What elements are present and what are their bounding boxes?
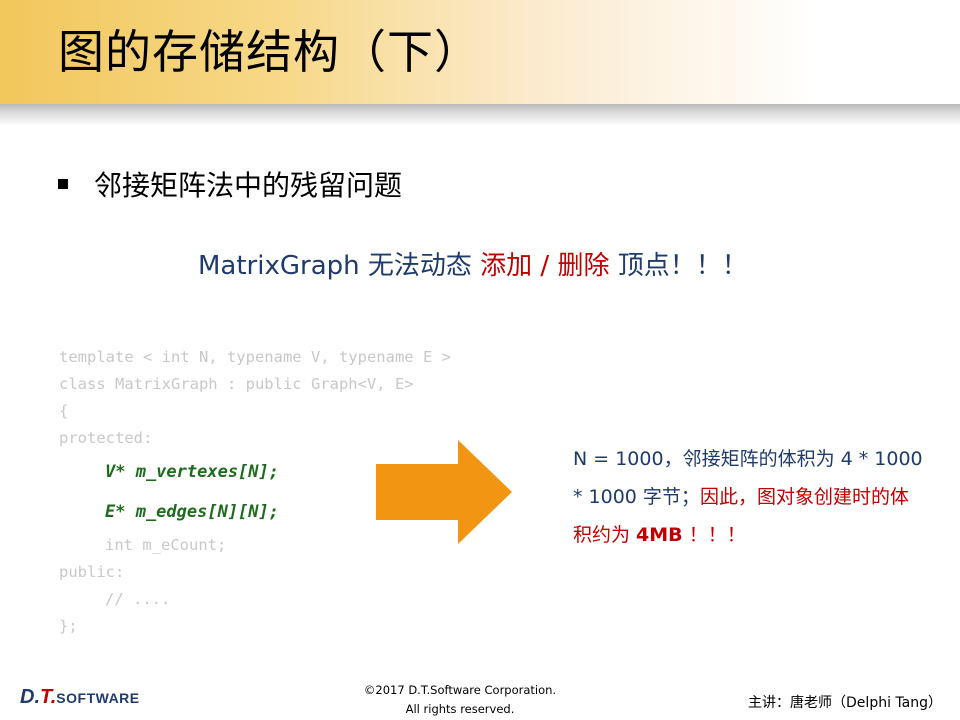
copyright-line1: ©2017 D.T.Software Corporation. xyxy=(363,683,557,697)
code-line: template < int N, typename V, typename E… xyxy=(59,348,451,366)
statement-part3: 顶点！！！ xyxy=(609,251,748,281)
bullet-text: 邻接矩阵法中的残留问题 xyxy=(94,169,403,202)
problem-statement: MatrixGraph 无法动态 添加 / 删除 顶点！！！ xyxy=(198,245,748,282)
bullet-square-icon xyxy=(58,179,68,189)
code-line: }; xyxy=(59,617,78,635)
code-line: public: xyxy=(59,563,125,581)
logo-software: SOFTWARE xyxy=(56,690,140,706)
dt-software-logo: D.T.SOFTWARE xyxy=(20,686,140,709)
code-line: class MatrixGraph : public Graph<V, E> xyxy=(59,375,414,393)
explanation-text: N = 1000，邻接矩阵的体积为 4 * 1000 * 1000 字节；因此，… xyxy=(573,440,923,554)
lecturer-credit: 主讲：唐老师（Delphi Tang） xyxy=(748,695,942,711)
logo-d: D. xyxy=(20,686,40,708)
explanation-part4: ！！！ xyxy=(682,524,746,546)
slide-title: 图的存储结构（下） xyxy=(58,25,481,79)
code-line: // .... xyxy=(105,590,171,608)
copyright: ©2017 D.T.Software Corporation. All righ… xyxy=(360,681,560,719)
bullet-item: 邻接矩阵法中的残留问题 xyxy=(58,168,402,202)
right-arrow-icon xyxy=(376,440,512,544)
explanation-size: 4MB xyxy=(636,524,683,546)
logo-t: T. xyxy=(40,686,57,708)
title-shadow xyxy=(0,104,960,126)
code-line: { xyxy=(59,402,69,420)
statement-part1: MatrixGraph 无法动态 xyxy=(198,251,481,281)
statement-highlight: 添加 / 删除 xyxy=(480,251,610,281)
copyright-line2: All rights reserved. xyxy=(405,702,515,716)
